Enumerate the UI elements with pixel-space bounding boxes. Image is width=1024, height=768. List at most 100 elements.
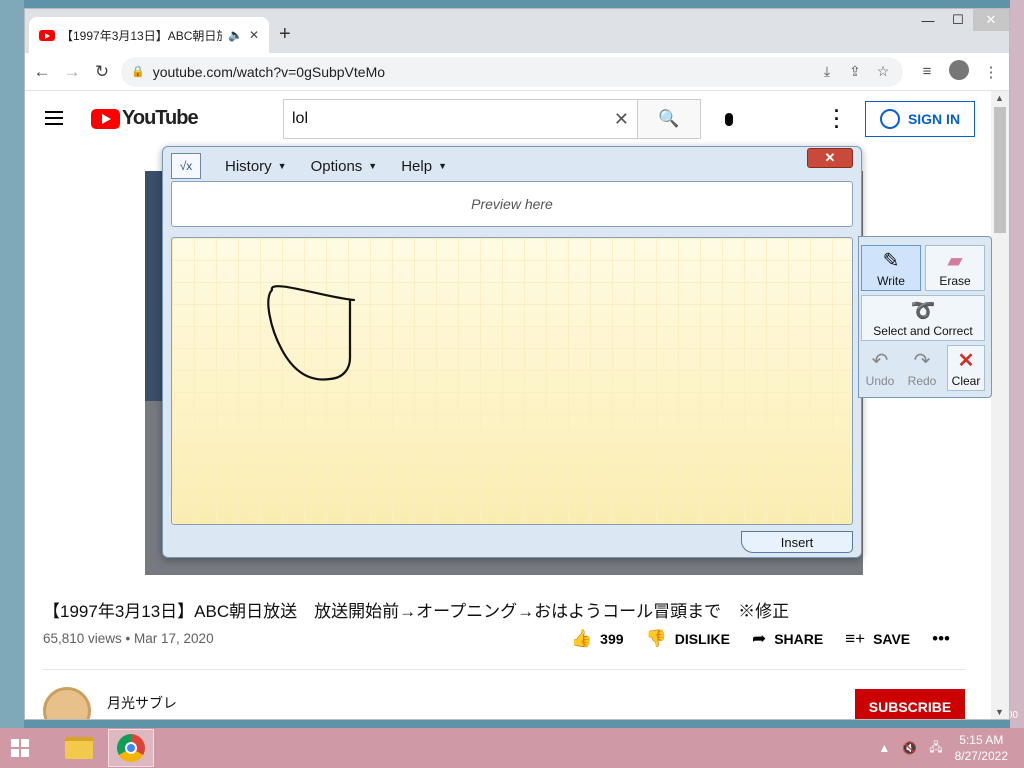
- search-input[interactable]: lol ✕: [283, 99, 637, 139]
- window-controls: — ☐ ✕: [913, 9, 1009, 31]
- undo-button[interactable]: ↶ Undo: [861, 345, 899, 391]
- maximize-button[interactable]: ☐: [943, 9, 973, 31]
- undo-label: Undo: [865, 374, 895, 388]
- taskbar-clock[interactable]: 5:15 AM 8/27/2022: [955, 732, 1008, 764]
- taskbar-file-explorer[interactable]: [56, 729, 102, 767]
- like-count: 399: [600, 631, 624, 647]
- undo-icon: ↶: [871, 350, 889, 372]
- close-tab-icon[interactable]: ✕: [249, 28, 259, 42]
- redo-label: Redo: [907, 374, 937, 388]
- settings-more-icon[interactable]: · · ·: [827, 102, 847, 136]
- new-tab-button[interactable]: +: [279, 23, 291, 46]
- share-page-icon[interactable]: ⇪: [845, 63, 865, 80]
- redo-button[interactable]: ↷ Redo: [903, 345, 941, 391]
- chevron-down-icon: ▼: [277, 161, 287, 171]
- tab-youtube[interactable]: 【1997年3月13日】ABC朝日放送 🔈 ✕: [29, 17, 269, 53]
- eraser-icon: ▰: [947, 250, 963, 272]
- math-preview-box: Preview here: [171, 181, 853, 227]
- channel-avatar[interactable]: [43, 687, 91, 719]
- folder-icon: [65, 737, 93, 759]
- select-correct-label: Select and Correct: [873, 324, 973, 338]
- url-text[interactable]: youtube.com/watch?v=0gSubpVteMo: [153, 64, 809, 80]
- share-arrow-icon: ➦: [751, 629, 767, 648]
- profile-button[interactable]: [947, 59, 971, 84]
- minimize-button[interactable]: —: [913, 9, 943, 31]
- math-panel-close-button[interactable]: ✕: [807, 148, 853, 168]
- network-icon[interactable]: 🖧: [929, 738, 942, 759]
- search-button[interactable]: 🔍: [637, 99, 701, 139]
- install-app-icon[interactable]: ⤓: [817, 63, 837, 80]
- media-control-icon[interactable]: ≡: [915, 63, 939, 80]
- chrome-icon: [117, 734, 145, 762]
- clear-search-icon[interactable]: ✕: [614, 109, 629, 130]
- more-horizontal-icon: •••: [932, 629, 951, 648]
- math-input-panel: √x History ▼ Options ▼ Help ▼ ✕ Preview …: [162, 146, 862, 558]
- menu-help[interactable]: Help ▼: [401, 158, 447, 175]
- youtube-play-logo-icon: [91, 108, 120, 129]
- menu-history[interactable]: History ▼: [225, 158, 287, 175]
- clock-time: 5:15 AM: [959, 733, 1004, 747]
- like-button[interactable]: 👍 399: [571, 629, 624, 649]
- video-actions: 👍 399 👎 DISLIKE ➦ SHARE ≡+ SAVE •••: [571, 629, 950, 649]
- windows-logo-icon: [11, 739, 29, 757]
- youtube-favicon-icon: [39, 29, 55, 41]
- share-label: SHARE: [774, 631, 824, 647]
- redo-icon: ↷: [913, 350, 931, 372]
- reload-icon[interactable]: ↻: [91, 62, 113, 82]
- clock-date: 8/27/2022: [954, 749, 1008, 763]
- dislike-button[interactable]: 👎 DISLIKE: [646, 629, 730, 649]
- math-panel-logo-icon: √x: [171, 153, 201, 179]
- add-playlist-icon: ≡+: [845, 629, 866, 648]
- search-icon: 🔍: [658, 109, 680, 128]
- more-actions-button[interactable]: •••: [932, 629, 950, 649]
- clear-button[interactable]: ✕ Clear: [947, 345, 985, 391]
- handwritten-stroke: [267, 285, 356, 381]
- back-arrow-icon[interactable]: ←: [31, 62, 53, 82]
- scroll-up-icon[interactable]: ▲: [995, 93, 1004, 103]
- tab-strip: 【1997年3月13日】ABC朝日放送 🔈 ✕ + — ☐ ✕: [25, 9, 1009, 53]
- page-scrollbar[interactable]: ▲ ▼: [991, 91, 1009, 719]
- taskbar-chrome[interactable]: [108, 729, 154, 767]
- lock-icon[interactable]: 🔒: [131, 65, 145, 78]
- guide-menu-icon[interactable]: [45, 111, 63, 125]
- show-hidden-icons-icon[interactable]: ▲: [878, 741, 890, 755]
- write-tool-button[interactable]: ✎ Write: [861, 245, 921, 291]
- sign-in-label: SIGN IN: [907, 111, 961, 127]
- subscribe-button[interactable]: SUBSCRIBE: [855, 689, 965, 719]
- bookmark-star-icon[interactable]: ☆: [873, 63, 893, 80]
- search-query[interactable]: lol: [292, 110, 614, 128]
- sign-in-button[interactable]: SIGN IN: [865, 101, 975, 137]
- scrollbar-thumb[interactable]: [994, 107, 1006, 233]
- account-icon: [879, 109, 900, 129]
- clear-x-icon: ✕: [957, 350, 975, 372]
- math-panel-toolbar: ✎ Write ▰ Erase ➰ Select and Correct ↶ U…: [858, 236, 992, 398]
- start-button[interactable]: [0, 728, 40, 768]
- forward-arrow-icon[interactable]: →: [61, 62, 83, 82]
- close-window-button[interactable]: ✕: [973, 9, 1009, 31]
- browser-toolbar: ← → ↻ 🔒 youtube.com/watch?v=0gSubpVteMo …: [25, 53, 1009, 91]
- address-bar[interactable]: 🔒 youtube.com/watch?v=0gSubpVteMo ⤓ ⇪ ☆: [121, 56, 903, 87]
- erase-tool-button[interactable]: ▰ Erase: [925, 245, 985, 291]
- scroll-down-icon[interactable]: ▼: [995, 707, 1004, 717]
- chrome-menu-icon[interactable]: ⋮: [979, 63, 1003, 81]
- save-button[interactable]: ≡+ SAVE: [845, 629, 910, 649]
- menu-options[interactable]: Options ▼: [311, 158, 378, 175]
- share-button[interactable]: ➦ SHARE: [752, 629, 823, 649]
- menu-help-label: Help: [401, 157, 433, 175]
- muted-speaker-icon[interactable]: 🔇: [902, 741, 917, 755]
- select-correct-tool-button[interactable]: ➰ Select and Correct: [861, 295, 985, 341]
- write-label: Write: [877, 274, 905, 288]
- clear-label: Clear: [951, 374, 981, 388]
- lasso-icon: ➰: [910, 300, 936, 322]
- insert-button[interactable]: Insert: [741, 531, 853, 553]
- voice-search-button[interactable]: [713, 103, 745, 135]
- chevron-down-icon: ▼: [438, 161, 447, 171]
- speaker-icon[interactable]: 🔈: [228, 28, 243, 42]
- youtube-logo[interactable]: YouTube: [91, 107, 199, 130]
- channel-name[interactable]: 月光サブレ: [107, 693, 177, 713]
- writing-canvas[interactable]: [171, 237, 853, 525]
- youtube-wordmark: YouTube: [122, 107, 199, 129]
- dislike-label: DISLIKE: [674, 631, 730, 647]
- pen-icon: ✎: [882, 250, 900, 272]
- video-title: 【1997年3月13日】ABC朝日放送 放送開始前→オープニング→おはようコール…: [43, 602, 790, 621]
